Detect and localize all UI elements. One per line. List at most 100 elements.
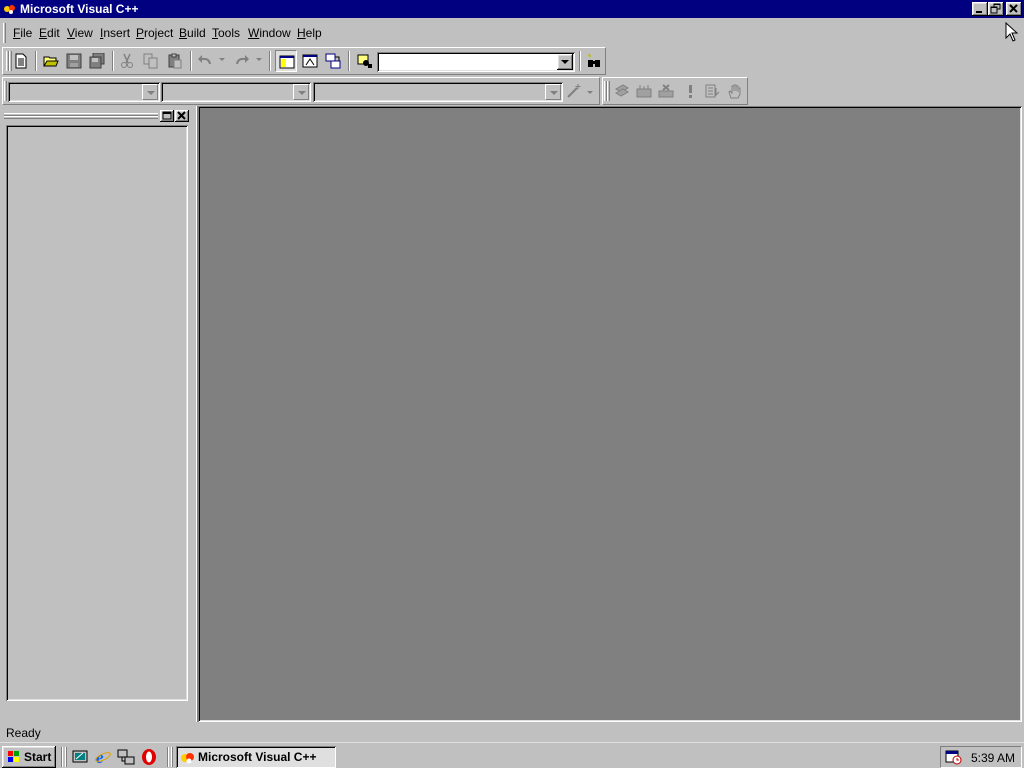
open-button[interactable] [40, 50, 62, 72]
menu-project[interactable]: Project [136, 26, 173, 40]
menu-build-key: B [179, 26, 188, 40]
system-tray: 5:39 AM [940, 746, 1022, 768]
show-desktop-icon[interactable] [71, 748, 89, 766]
stop-build-button[interactable] [655, 80, 677, 102]
minimize-button[interactable] [972, 2, 988, 16]
toolbar-separator [579, 51, 581, 71]
copy-button[interactable] [140, 50, 162, 72]
scissors-icon [121, 53, 133, 68]
quicklaunch-grip[interactable] [65, 747, 67, 767]
execute-button[interactable] [679, 80, 701, 102]
filter-combo-dropdown-icon[interactable] [293, 84, 309, 100]
windows-logo-icon [8, 751, 19, 762]
start-button[interactable]: Start [2, 746, 56, 768]
wizard-action-button[interactable] [563, 80, 585, 102]
undo-icon [198, 55, 211, 64]
window-title: Microsoft Visual C++ [20, 2, 139, 16]
workspace-grip-2[interactable] [4, 116, 158, 119]
window-list-icon [325, 53, 341, 69]
title-bar[interactable]: Microsoft Visual C++ [0, 0, 1024, 18]
wizard-action-dropdown-icon[interactable] [587, 91, 593, 94]
undo-button[interactable] [194, 50, 216, 72]
network-icon[interactable] [117, 748, 135, 766]
save-button[interactable] [63, 50, 85, 72]
close-icon [1009, 4, 1018, 13]
redo-dropdown-icon[interactable] [256, 58, 262, 61]
save-all-icon [89, 53, 105, 69]
menu-insert-rest: nsert [103, 26, 131, 40]
menu-bar: File Edit View Insert Project Build Tool… [0, 20, 1024, 46]
go-debug-icon [705, 84, 720, 98]
build-bar-grip-2[interactable] [607, 81, 610, 101]
paste-clipboard-icon [168, 53, 182, 69]
menu-view[interactable]: View [67, 26, 93, 40]
compile-icon [615, 84, 629, 97]
wizard-bar-grip[interactable] [4, 81, 7, 101]
menu-edit[interactable]: Edit [39, 26, 60, 40]
menu-window[interactable]: Window [248, 26, 291, 40]
visual-cpp-app-icon[interactable] [3, 2, 17, 16]
go-button[interactable] [701, 80, 723, 102]
wizard-bar [2, 77, 600, 105]
tasks-grip[interactable] [171, 747, 173, 767]
exclamation-icon [689, 85, 692, 98]
task-scheduler-icon[interactable] [945, 749, 963, 765]
clock[interactable]: 5:39 AM [971, 751, 1015, 765]
new-text-file-button[interactable] [10, 50, 32, 72]
internet-explorer-icon[interactable]: e [94, 748, 112, 766]
find-combo[interactable] [377, 52, 575, 72]
members-combo-dropdown-icon[interactable] [545, 84, 561, 100]
build-button[interactable] [633, 80, 655, 102]
copy-icon [143, 53, 158, 69]
redo-button[interactable] [231, 50, 253, 72]
open-folder-icon [43, 56, 59, 67]
menu-grip[interactable] [3, 23, 6, 43]
workspace-toggle-button[interactable] [275, 50, 297, 72]
compile-button[interactable] [611, 80, 633, 102]
menu-tools[interactable]: Tools [212, 26, 240, 40]
menu-file[interactable]: File [13, 26, 32, 40]
restore-icon [990, 3, 1001, 14]
toolbar-separator [190, 51, 192, 71]
save-disk-icon [66, 53, 82, 69]
breakpoint-button[interactable] [723, 80, 745, 102]
workspace-view[interactable] [6, 125, 188, 701]
cut-button[interactable] [116, 50, 138, 72]
stop-build-icon [658, 84, 674, 98]
menu-window-rest: indow [259, 26, 291, 40]
find-combo-dropdown-icon[interactable] [557, 54, 573, 70]
paste-button[interactable] [164, 50, 186, 72]
task-label: Microsoft Visual C++ [198, 750, 317, 764]
class-combo[interactable] [8, 82, 160, 102]
restore-button[interactable] [988, 2, 1004, 16]
task-button-visual-cpp[interactable]: Microsoft Visual C++ [176, 746, 336, 768]
find-in-files-button[interactable] [354, 50, 376, 72]
mdi-client-area[interactable] [198, 106, 1022, 722]
visual-cpp-task-icon [181, 753, 194, 764]
close-button[interactable] [1006, 2, 1022, 16]
undo-dropdown-icon[interactable] [219, 58, 225, 61]
find-button[interactable] [583, 50, 605, 72]
taskbar-separator [167, 747, 169, 767]
menu-build-rest: uild [187, 26, 206, 40]
window-list-button[interactable] [322, 50, 344, 72]
output-toggle-button[interactable] [299, 50, 321, 72]
menu-view-key: V [67, 26, 75, 40]
save-all-button[interactable] [86, 50, 108, 72]
opera-icon[interactable] [140, 748, 158, 766]
menu-window-key: W [248, 26, 260, 40]
filter-combo[interactable] [161, 82, 311, 102]
class-combo-dropdown-icon[interactable] [142, 84, 158, 100]
menu-tools-rest: ools [218, 26, 241, 40]
workspace-maximize-button[interactable] [160, 110, 174, 122]
menu-build[interactable]: Build [179, 26, 206, 40]
menu-insert[interactable]: Insert [100, 26, 130, 40]
menu-view-rest: iew [74, 26, 93, 40]
menu-help[interactable]: Help [297, 26, 322, 40]
start-label: Start [24, 750, 52, 764]
minimize-icon [976, 11, 982, 13]
find-in-files-icon [357, 54, 372, 68]
workspace-close-button[interactable] [175, 110, 189, 122]
toolbar-separator [269, 51, 271, 71]
members-combo[interactable] [313, 82, 563, 102]
